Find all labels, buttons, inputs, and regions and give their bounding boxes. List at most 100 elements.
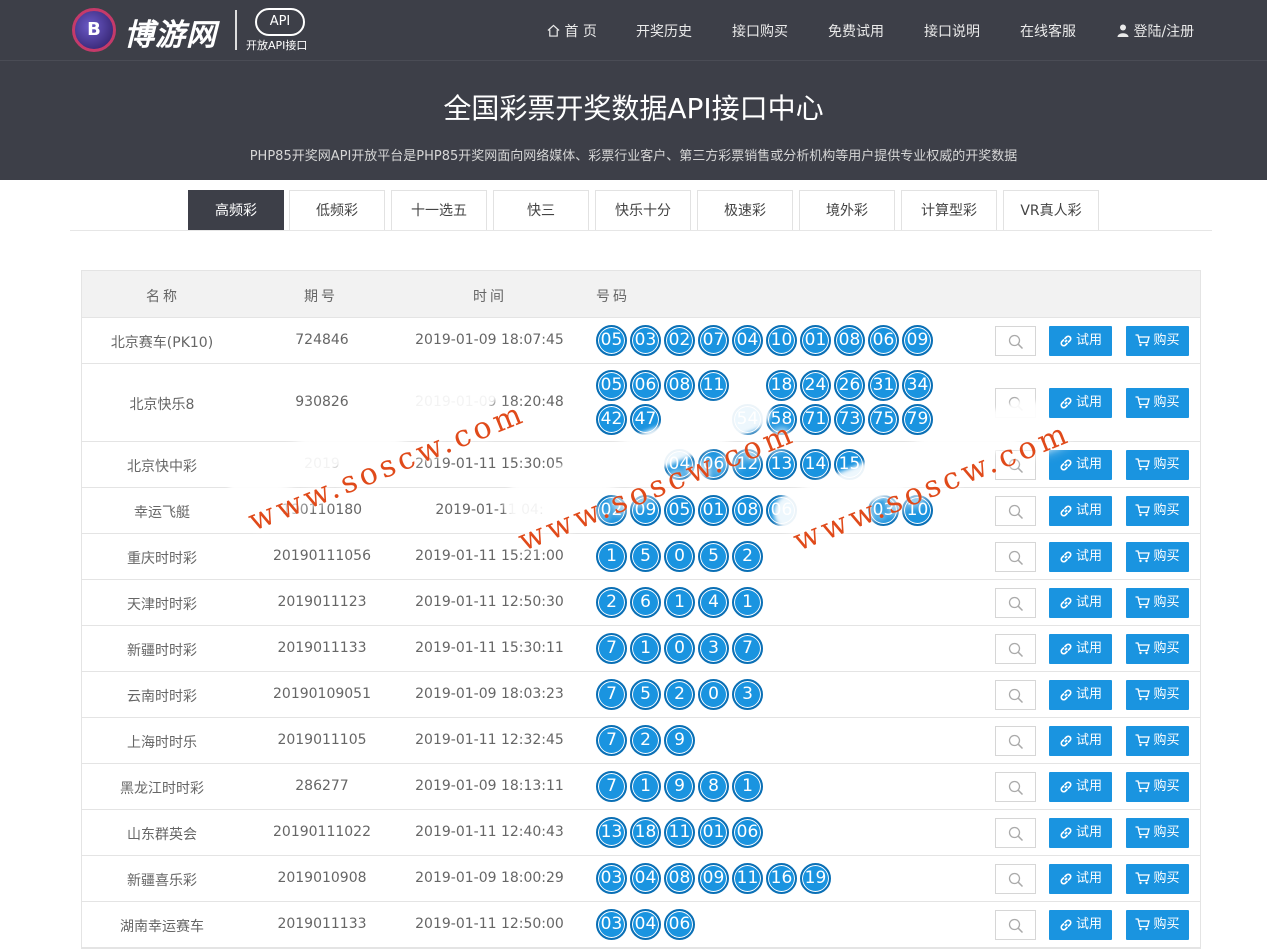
buy-button[interactable]: 购买: [1126, 326, 1189, 356]
number-ball: 04: [664, 449, 695, 480]
buy-label: 购买: [1153, 687, 1180, 702]
tab-11x5[interactable]: 十一选五: [391, 190, 487, 231]
lottery-name: 黑龙江时时彩: [120, 781, 204, 797]
number-ball: 1: [630, 771, 661, 802]
lottery-name: 新疆喜乐彩: [127, 873, 197, 889]
lottery-name: 北京快中彩: [127, 459, 197, 475]
buy-button[interactable]: 购买: [1126, 726, 1189, 756]
view-button[interactable]: [995, 864, 1036, 894]
try-button[interactable]: 试用: [1049, 726, 1112, 756]
buy-button[interactable]: 购买: [1126, 864, 1189, 894]
nav-history[interactable]: 开奖历史: [636, 21, 692, 41]
draw-time: 2019-01-11 15:30:11: [415, 640, 564, 656]
try-button[interactable]: 试用: [1049, 588, 1112, 618]
view-button[interactable]: [995, 326, 1036, 356]
buy-button[interactable]: 购买: [1126, 388, 1189, 418]
try-button[interactable]: 试用: [1049, 388, 1112, 418]
number-ball: 06: [630, 370, 661, 401]
view-button[interactable]: [995, 450, 1036, 480]
try-button[interactable]: 试用: [1049, 326, 1112, 356]
table-row: 新疆喜乐彩 2019010908 2019-01-09 18:00:29 03 04 08…: [82, 856, 1200, 902]
tab-k3[interactable]: 快三: [493, 190, 589, 231]
view-button[interactable]: [995, 680, 1036, 710]
tab-happy10[interactable]: 快乐十分: [595, 190, 691, 231]
view-button[interactable]: [995, 910, 1036, 940]
nav-service[interactable]: 在线客服: [1020, 21, 1076, 41]
results-table: 名称 期号 时间 号码 北京赛车(PK10) 724846 2019-01-09 1…: [81, 270, 1201, 949]
try-button[interactable]: 试用: [1049, 772, 1112, 802]
try-button[interactable]: 试用: [1049, 818, 1112, 848]
table-row: 云南时时彩 20190109051 2019-01-09 18:03:23 7 5 2 0 3…: [82, 672, 1200, 718]
issue-number: 20190109051: [273, 686, 371, 702]
number-ball: 1: [630, 633, 661, 664]
view-button[interactable]: [995, 726, 1036, 756]
number-ball: 14: [800, 449, 831, 480]
search-icon: [1008, 396, 1024, 412]
draw-numbers: 71037: [596, 633, 946, 667]
buy-button[interactable]: 购买: [1126, 588, 1189, 618]
nav-trial[interactable]: 免费试用: [828, 21, 884, 41]
buy-button[interactable]: 购买: [1126, 634, 1189, 664]
buy-button[interactable]: 购买: [1126, 496, 1189, 526]
number-ball: 2: [596, 587, 627, 618]
issue-number: 190110180: [281, 502, 363, 518]
buy-button[interactable]: 购买: [1126, 818, 1189, 848]
draw-numbers: 13 18 11 01 06: [596, 817, 946, 851]
buy-button[interactable]: 购买: [1126, 542, 1189, 572]
tab-low-frequency[interactable]: 低频彩: [289, 190, 385, 231]
nav-buy[interactable]: 接口购买: [732, 21, 788, 41]
search-icon: [1008, 734, 1024, 750]
buy-button[interactable]: 购买: [1126, 772, 1189, 802]
try-button[interactable]: 试用: [1049, 680, 1112, 710]
buy-label: 购买: [1153, 395, 1180, 410]
try-button[interactable]: 试用: [1049, 910, 1112, 940]
buy-button[interactable]: 购买: [1126, 450, 1189, 480]
view-button[interactable]: [995, 818, 1036, 848]
try-button[interactable]: 试用: [1049, 634, 1112, 664]
number-ball: 18: [630, 817, 661, 848]
cart-icon: [1135, 458, 1151, 471]
nav-home[interactable]: 首 页: [547, 21, 597, 41]
view-button[interactable]: [995, 588, 1036, 618]
nav-docs[interactable]: 接口说明: [924, 21, 980, 41]
view-button[interactable]: [995, 772, 1036, 802]
view-button[interactable]: [995, 496, 1036, 526]
tab-vr-live[interactable]: VR真人彩: [1003, 190, 1099, 231]
number-ball: 34: [902, 370, 933, 401]
number-ball: 08: [664, 370, 695, 401]
view-button[interactable]: [995, 388, 1036, 418]
view-button[interactable]: [995, 542, 1036, 572]
view-button[interactable]: [995, 634, 1036, 664]
draw-numbers: 26141: [596, 587, 946, 621]
nav-home-label: 首 页: [564, 24, 597, 40]
tab-computed[interactable]: 计算型彩: [901, 190, 997, 231]
link-icon: [1060, 459, 1072, 470]
number-ball: 03: [596, 909, 627, 940]
try-button[interactable]: 试用: [1049, 542, 1112, 572]
buy-button[interactable]: 购买: [1126, 680, 1189, 710]
number-ball: 02: [664, 325, 695, 356]
draw-numbers: 15052: [596, 541, 946, 575]
nav-login[interactable]: 登陆/注册: [1117, 21, 1194, 41]
issue-number: 2019011123: [277, 594, 367, 610]
try-button[interactable]: 试用: [1049, 496, 1112, 526]
site-logo[interactable]: B 博游网 API 开放API接口: [72, 6, 322, 54]
search-icon: [1008, 596, 1024, 612]
try-button[interactable]: 试用: [1049, 450, 1112, 480]
number-ball: 75: [868, 404, 899, 435]
issue-number: 930826: [295, 394, 349, 410]
number-ball: 2: [732, 541, 763, 572]
tab-high-frequency[interactable]: 高频彩: [188, 190, 284, 231]
number-ball: 02: [596, 495, 627, 526]
tab-overseas[interactable]: 境外彩: [799, 190, 895, 231]
tab-speed[interactable]: 极速彩: [697, 190, 793, 231]
search-icon: [1008, 504, 1024, 520]
buy-button[interactable]: 购买: [1126, 910, 1189, 940]
try-button[interactable]: 试用: [1049, 864, 1112, 894]
search-icon: [1008, 872, 1024, 888]
number-ball: 13: [766, 449, 797, 480]
cart-icon: [1135, 550, 1151, 563]
number-ball: 12: [732, 449, 763, 480]
cart-icon: [1135, 596, 1151, 609]
number-ball: 18: [766, 370, 797, 401]
